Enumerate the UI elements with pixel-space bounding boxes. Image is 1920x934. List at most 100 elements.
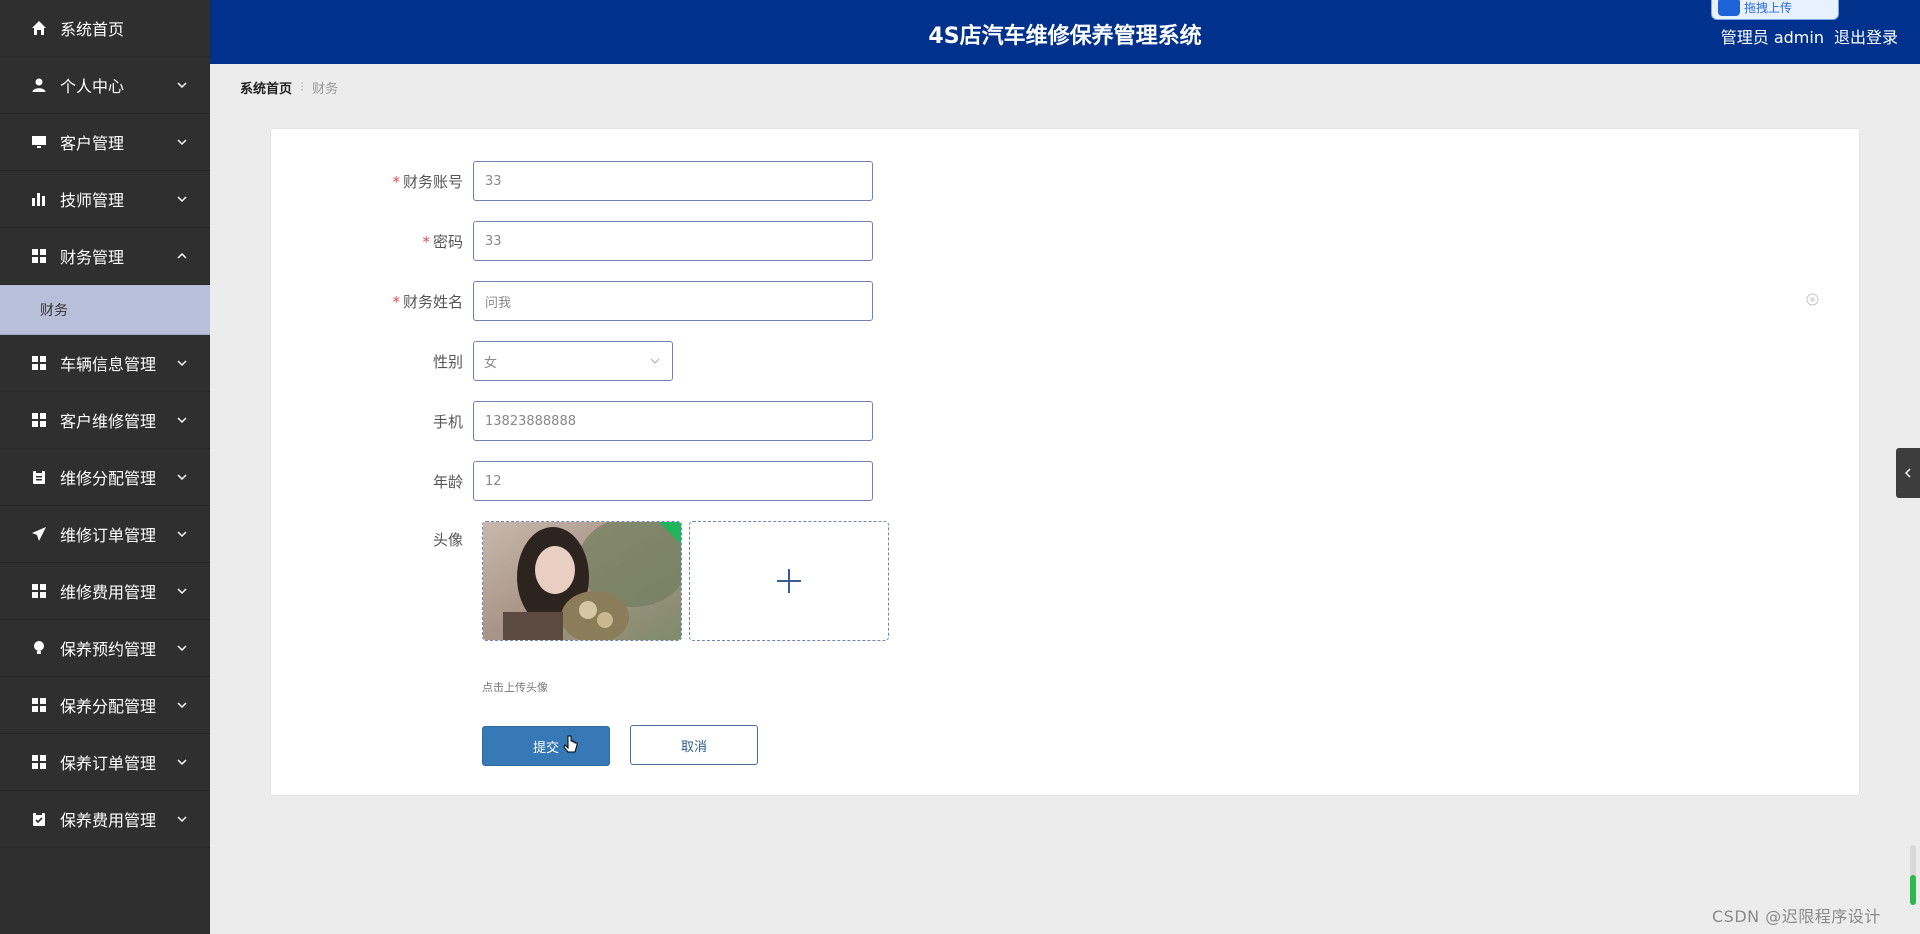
sidebar-item-label: 保养费用管理 — [60, 811, 157, 830]
grid-icon — [30, 411, 48, 429]
password-field[interactable] — [473, 221, 873, 261]
chevron-down-icon — [177, 139, 187, 146]
breadcrumb-separator: ⁝ — [300, 80, 305, 95]
form-row-phone: 手机 — [271, 401, 873, 441]
sidebar-item-label: 技师管理 — [60, 191, 125, 210]
chevron-down-icon — [177, 759, 187, 766]
chevron-down-icon — [177, 816, 187, 823]
sidebar: 系统首页 个人中心 客户管理 技师管理 财务管理 财务 车辆信息管理 客户维修管… — [0, 0, 210, 934]
sidebar-item-label: 维修分配管理 — [60, 469, 157, 488]
bulb-icon — [30, 639, 48, 657]
sidebar-subitem-finance[interactable]: 财务 — [0, 285, 210, 335]
submit-button[interactable]: 提交 — [482, 726, 610, 766]
sidebar-item-label: 财务管理 — [60, 248, 125, 267]
chevron-down-icon — [650, 358, 660, 364]
sidebar-item-finance[interactable]: 财务管理 — [0, 228, 210, 285]
sidebar-item-label: 个人中心 — [60, 77, 125, 96]
chevron-down-icon — [177, 417, 187, 424]
age-field[interactable] — [473, 461, 873, 501]
chevron-down-icon — [177, 702, 187, 709]
phone-label: 手机 — [432, 412, 463, 431]
sidebar-item-label: 保养订单管理 — [60, 754, 157, 773]
monitor-icon — [30, 133, 48, 151]
sidebar-item-profile[interactable]: 个人中心 — [0, 57, 210, 114]
form-row-account: * 财务账号 — [271, 161, 873, 201]
sidebar-item-label: 系统首页 — [60, 20, 125, 39]
logout-link[interactable]: 退出登录 — [1834, 24, 1898, 48]
finance-form-card: *财务账号 *密码 *财务姓名 性别 女 手机 年龄 头像 — [270, 128, 1860, 796]
clear-circle-icon[interactable] — [1806, 293, 1819, 306]
chevron-down-icon — [177, 82, 187, 89]
chevron-left-icon — [1904, 468, 1911, 478]
collapse-panel-toggle[interactable] — [1896, 448, 1920, 498]
avatar-upload-hint: 点击上传头像 — [482, 681, 548, 694]
grid-icon — [30, 247, 48, 265]
sidebar-item-maintenance-fees[interactable]: 保养费用管理 — [0, 791, 210, 848]
breadcrumb-home[interactable]: 系统首页 — [240, 78, 292, 97]
gender-label: 性别 — [432, 352, 463, 371]
avatar-thumbnail[interactable] — [482, 521, 682, 641]
chevron-down-icon — [177, 531, 187, 538]
sidebar-item-vehicles[interactable]: 车辆信息管理 — [0, 335, 210, 392]
sidebar-item-customers[interactable]: 客户管理 — [0, 114, 210, 171]
phone-field[interactable] — [473, 401, 873, 441]
page-scrollbar-thumb[interactable] — [1910, 875, 1916, 905]
sidebar-item-label: 客户维修管理 — [60, 412, 157, 431]
user-icon — [30, 76, 48, 94]
sidebar-item-maintenance-booking[interactable]: 保养预约管理 — [0, 620, 210, 677]
gender-select[interactable]: 女 — [473, 341, 673, 381]
sidebar-item-maintenance-orders[interactable]: 保养订单管理 — [0, 734, 210, 791]
sidebar-item-repair-orders[interactable]: 维修订单管理 — [0, 506, 210, 563]
grid-icon — [30, 582, 48, 600]
chevron-down-icon — [177, 645, 187, 652]
required-mark: * — [422, 232, 430, 251]
sidebar-item-label: 维修订单管理 — [60, 526, 157, 545]
cloud-upload-icon — [1718, 0, 1740, 16]
bar-chart-icon — [30, 190, 48, 208]
avatar-label: 头像 — [432, 531, 463, 549]
required-mark: * — [392, 172, 400, 191]
name-label: * 财务姓名 — [392, 292, 463, 311]
sidebar-item-technicians[interactable]: 技师管理 — [0, 171, 210, 228]
drag-upload-chip[interactable]: 拖拽上传 — [1711, 0, 1839, 20]
sidebar-item-label: 客户管理 — [60, 134, 125, 153]
form-row-gender: 性别 女 — [271, 341, 673, 381]
send-icon — [30, 525, 48, 543]
sidebar-item-repair-fees[interactable]: 维修费用管理 — [0, 563, 210, 620]
chevron-down-icon — [177, 474, 187, 481]
header-user-area: 管理员 admin 退出登录 — [1721, 24, 1898, 48]
mouse-pointer-icon — [563, 735, 578, 753]
chevron-down-icon — [177, 196, 187, 203]
form-row-password: * 密码 — [271, 221, 873, 261]
breadcrumb-current: 财务 — [312, 82, 339, 97]
form-row-age: 年龄 — [271, 461, 873, 501]
drag-upload-label: 拖拽上传 — [1744, 0, 1793, 15]
sidebar-item-label: 保养分配管理 — [60, 697, 157, 716]
account-field[interactable] — [473, 161, 873, 201]
clipboard-check-icon — [30, 810, 48, 828]
account-label: * 财务账号 — [392, 172, 463, 191]
sidebar-item-label: 车辆信息管理 — [60, 355, 157, 374]
grid-icon — [30, 696, 48, 714]
chevron-up-icon — [177, 252, 187, 259]
sidebar-item-home[interactable]: 系统首页 — [0, 0, 210, 57]
grid-icon — [30, 354, 48, 372]
sidebar-item-repair-assign[interactable]: 维修分配管理 — [0, 449, 210, 506]
sidebar-item-label: 维修费用管理 — [60, 583, 157, 602]
home-icon — [30, 19, 48, 37]
sidebar-item-customer-repair[interactable]: 客户维修管理 — [0, 392, 210, 449]
avatar-upload-button[interactable] — [689, 521, 889, 641]
password-label: * 密码 — [422, 232, 463, 251]
sidebar-item-maintenance-assign[interactable]: 保养分配管理 — [0, 677, 210, 734]
name-field[interactable] — [473, 281, 873, 321]
required-mark: * — [392, 292, 400, 311]
sidebar-subitem-label: 财务 — [40, 302, 68, 319]
plus-icon — [777, 569, 801, 593]
chevron-down-icon — [177, 360, 187, 367]
clipboard-icon — [30, 468, 48, 486]
app-title: 4S店汽车维修保养管理系统 — [928, 24, 1202, 49]
breadcrumb: 系统首页 ⁝ 财务 — [240, 78, 338, 97]
grid-icon — [30, 753, 48, 771]
cancel-button[interactable]: 取消 — [630, 725, 758, 765]
current-user-label: 管理员 admin — [1720, 28, 1824, 47]
